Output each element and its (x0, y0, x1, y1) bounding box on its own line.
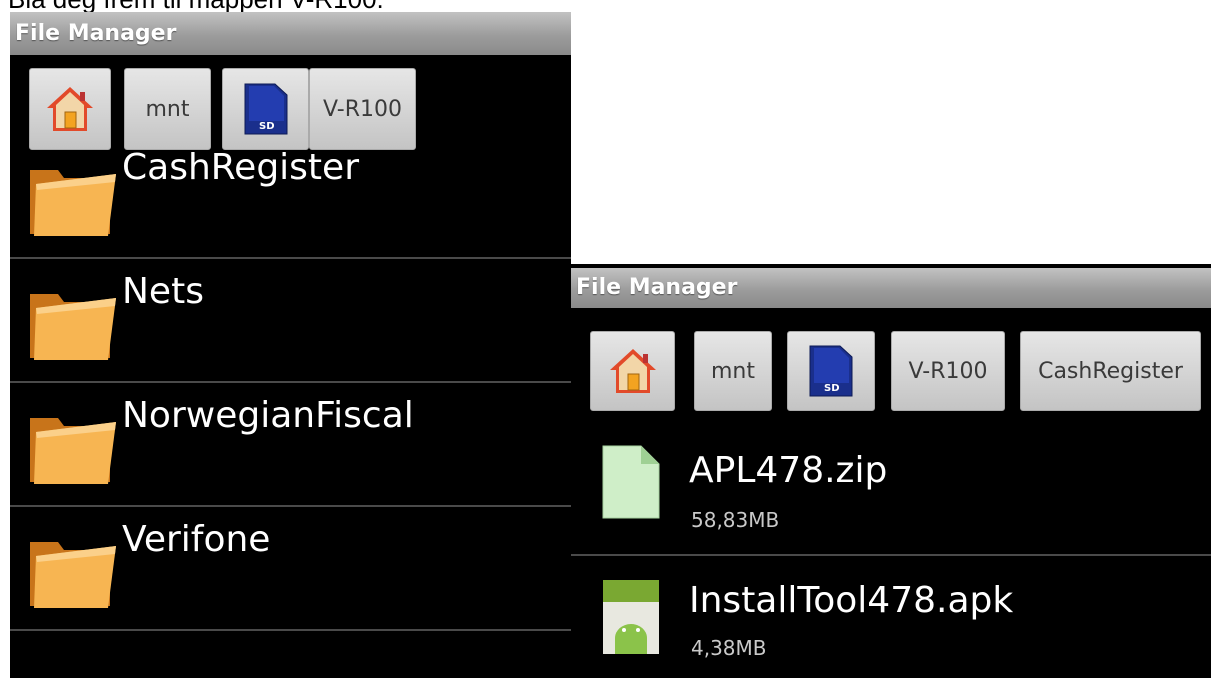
folder-name: Verifone (122, 519, 271, 560)
file-size: 4,38MB (691, 636, 767, 660)
home-icon (47, 87, 93, 131)
crumb-label: V-R100 (908, 358, 988, 384)
folder-row-verifone[interactable]: Verifone (10, 507, 571, 631)
file-name: InstallTool478.apk (689, 580, 1014, 621)
crumb-label: CashRegister (1038, 358, 1183, 384)
crumb-home-button[interactable] (590, 331, 675, 411)
file-row-apl478[interactable]: APL478.zip 58,83MB (571, 422, 1211, 556)
file-row-installtool478[interactable]: InstallTool478.apk 4,38MB (571, 556, 1211, 678)
breadcrumb: mnt SD V-R100 (10, 55, 571, 150)
crumb-label: V-R100 (323, 96, 402, 122)
home-icon (609, 349, 656, 393)
title-bar: File Manager (10, 12, 571, 55)
folder-row-nets[interactable]: Nets (10, 259, 571, 383)
folder-name: NorwegianFiscal (122, 395, 414, 436)
folder-name: Nets (122, 271, 204, 312)
crumb-cashregister-button[interactable]: CashRegister (1020, 331, 1201, 411)
zip-file-icon (602, 445, 660, 519)
folder-row-norwegianfiscal[interactable]: NorwegianFiscal (10, 383, 571, 507)
title-bar: File Manager (571, 268, 1211, 308)
folder-icon (30, 294, 116, 360)
android-apk-icon (603, 580, 659, 654)
file-name: APL478.zip (689, 450, 888, 491)
svg-text:SD: SD (824, 383, 840, 394)
sd-card-icon: SD (244, 83, 287, 135)
folder-icon (30, 170, 116, 236)
file-manager-screen-right: File Manager mnt SD V-R100 CashRegister (571, 264, 1211, 678)
svg-text:SD: SD (259, 121, 275, 132)
crumb-label: mnt (145, 96, 190, 122)
folder-name: CashRegister (122, 147, 359, 188)
crumb-mnt-button[interactable]: mnt (694, 331, 772, 411)
folder-row-cashregister[interactable]: CashRegister (10, 135, 571, 259)
crumb-label: mnt (711, 358, 755, 384)
crumb-vr100-button[interactable]: V-R100 (891, 331, 1005, 411)
breadcrumb: mnt SD V-R100 CashRegister (571, 308, 1211, 411)
file-manager-screen-left: File Manager mnt SD V-R100 CashRegister … (10, 12, 571, 678)
folder-icon (30, 418, 116, 484)
file-size: 58,83MB (691, 508, 780, 532)
crumb-sdcard-button[interactable]: SD (787, 331, 875, 411)
folder-icon (30, 542, 116, 608)
sd-card-icon: SD (809, 345, 853, 397)
